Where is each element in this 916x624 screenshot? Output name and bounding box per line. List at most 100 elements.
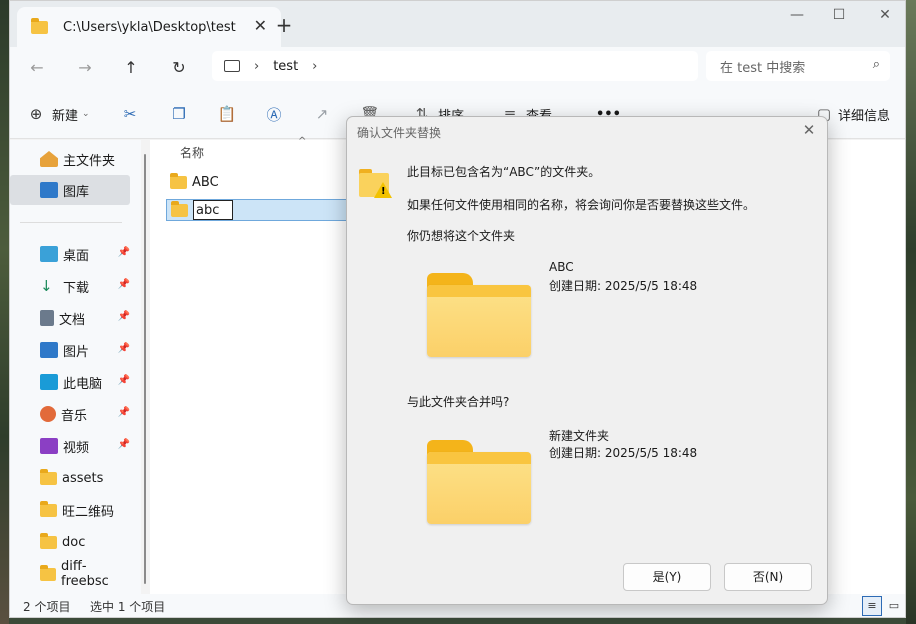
tab-bar: C:\Users\ykla\Desktop\test ✕ + — ☐ ✕ — [10, 1, 905, 47]
dialog-close-button[interactable]: ✕ — [799, 121, 819, 139]
scrollbar-thumb[interactable] — [144, 154, 146, 584]
sidebar-item-assets[interactable]: assets — [10, 463, 130, 493]
desktop-icon — [40, 246, 58, 262]
back-button[interactable]: ← — [22, 55, 52, 81]
share-icon: ↗ — [315, 105, 329, 123]
refresh-button[interactable]: ↻ — [164, 55, 194, 81]
folder-icon — [40, 500, 57, 517]
file-name: ABC — [192, 174, 219, 190]
incoming-folder-name[interactable]: 新建文件夹 — [549, 427, 609, 444]
sidebar-item-label: 视频 — [63, 440, 90, 456]
sidebar-item-home[interactable]: 主文件夹 — [10, 144, 130, 174]
forward-button[interactable]: → — [70, 55, 100, 81]
new-button[interactable]: ⊕ 新建 ⌄ — [26, 101, 90, 127]
video-icon — [40, 438, 58, 454]
pin-icon[interactable]: 📌 — [118, 247, 130, 258]
new-tab-button[interactable]: + — [271, 13, 297, 37]
tab-title: C:\Users\ykla\Desktop\test — [63, 19, 236, 35]
sidebar-item-label: 旺二维码 — [62, 504, 115, 520]
sidebar-item-desktop[interactable]: 桌面 📌 — [10, 239, 130, 269]
folder-icon — [171, 200, 188, 217]
pin-icon[interactable]: 📌 — [118, 407, 130, 418]
rename-button[interactable]: Ⓐ — [264, 101, 284, 127]
computer-icon — [40, 374, 58, 390]
tab-close-icon[interactable]: ✕ — [254, 16, 267, 35]
sidebar-scrollbar[interactable] — [141, 140, 149, 594]
sidebar-item-qrcode[interactable]: 旺二维码 — [10, 495, 130, 525]
search-input[interactable]: 在 test 中搜索 ⌕ — [706, 51, 890, 81]
yes-button[interactable]: 是(Y) — [623, 563, 711, 591]
selection-count: 选中 1 个项目 — [90, 600, 166, 614]
sort-ascending-icon: ^ — [298, 136, 307, 147]
sidebar-item-label: 图库 — [63, 184, 90, 200]
dialog-detail: 如果任何文件使用相同的名称，将会询问你是否要替换这些文件。 — [407, 198, 756, 212]
rename-input[interactable]: abc — [193, 200, 233, 220]
close-window-button[interactable]: ✕ — [862, 7, 905, 23]
address-bar[interactable]: › test › — [212, 51, 698, 81]
dialog-prompt-keep: 你仍想将这个文件夹 — [407, 229, 516, 243]
sidebar-item-diff-freebsc[interactable]: diff-freebsc — [10, 559, 130, 589]
item-count: 2 个项目 — [23, 600, 71, 614]
breadcrumb-test[interactable]: test — [273, 59, 298, 74]
sidebar-item-doc[interactable]: doc — [10, 527, 130, 557]
incoming-folder-icon[interactable] — [427, 440, 531, 524]
sidebar-item-label: 图片 — [63, 344, 90, 360]
sidebar-item-pictures[interactable]: 图片 📌 — [10, 335, 130, 365]
rename-icon: Ⓐ — [266, 105, 282, 124]
minimize-button[interactable]: — — [774, 7, 820, 23]
sidebar-item-label: doc — [62, 534, 86, 550]
new-label: 新建 — [52, 108, 79, 124]
navigation-pane: 主文件夹 图库 桌面 📌 ↓ 下载 📌 文档 📌 图片 📌 此电脑 📌 音乐 📌… — [10, 140, 141, 594]
sidebar-item-documents[interactable]: 文档 📌 — [10, 303, 130, 333]
confirm-folder-replace-dialog: 确认文件夹替换 ✕ ! 此目标已包含名为“ABC”的文件夹。 如果任何文件使用相… — [346, 116, 828, 605]
existing-folder-name[interactable]: ABC — [549, 260, 574, 274]
sidebar-item-label: diff-freebsc — [61, 559, 109, 589]
dialog-message: 此目标已包含名为“ABC”的文件夹。 — [407, 165, 601, 179]
chevron-right-icon[interactable]: › — [312, 59, 317, 74]
paste-button[interactable]: 📋 — [217, 101, 237, 127]
navigation-bar: ← → ↑ ↻ › test › 在 test 中搜索 ⌕ — [10, 47, 905, 87]
file-row-selected[interactable]: abc — [166, 199, 356, 221]
up-button[interactable]: ↑ — [116, 55, 146, 81]
sidebar-item-label: 主文件夹 — [63, 153, 116, 169]
folder-icon — [170, 172, 187, 189]
tiles-view-button[interactable]: ▭ — [884, 596, 904, 616]
details-label: 详细信息 — [838, 108, 891, 124]
incoming-folder-created: 创建日期: 2025/5/5 18:48 — [549, 446, 698, 460]
plus-circle-icon: ⊕ — [29, 105, 43, 123]
sidebar-divider — [20, 222, 122, 223]
existing-folder-icon[interactable] — [427, 273, 531, 357]
share-button[interactable]: ↗ — [312, 101, 332, 127]
music-icon — [40, 406, 56, 422]
scissors-icon: ✂ — [123, 105, 137, 123]
pin-icon[interactable]: 📌 — [118, 375, 130, 386]
sidebar-item-downloads[interactable]: ↓ 下载 📌 — [10, 271, 130, 301]
search-placeholder: 在 test 中搜索 — [720, 60, 806, 76]
search-icon: ⌕ — [872, 57, 880, 72]
sidebar-item-label: 桌面 — [63, 248, 90, 264]
tab-current[interactable]: C:\Users\ykla\Desktop\test ✕ — [17, 7, 281, 47]
sidebar-item-label: 下载 — [63, 280, 90, 296]
column-header-name[interactable]: 名称 — [180, 144, 204, 161]
pin-icon[interactable]: 📌 — [118, 279, 130, 290]
maximize-button[interactable]: ☐ — [816, 7, 862, 23]
sidebar-item-music[interactable]: 音乐 📌 — [10, 399, 130, 429]
sidebar-item-label: 此电脑 — [63, 376, 103, 392]
sidebar-item-label: assets — [62, 470, 104, 486]
pin-icon[interactable]: 📌 — [118, 343, 130, 354]
details-view-button[interactable]: ≡ — [862, 596, 882, 616]
dialog-prompt-merge: 与此文件夹合并吗? — [407, 395, 510, 409]
copy-button[interactable]: ❐ — [169, 101, 189, 127]
chevron-down-icon: ⌄ — [82, 109, 90, 119]
sidebar-item-gallery[interactable]: 图库 — [10, 175, 130, 205]
pictures-icon — [40, 342, 58, 358]
folder-icon — [40, 468, 57, 485]
cut-button[interactable]: ✂ — [120, 101, 140, 127]
sidebar-item-videos[interactable]: 视频 📌 — [10, 431, 130, 461]
pin-icon[interactable]: 📌 — [118, 439, 130, 450]
sidebar-item-label: 音乐 — [61, 408, 88, 424]
no-button[interactable]: 否(N) — [724, 563, 812, 591]
dialog-title: 确认文件夹替换 — [357, 126, 442, 140]
pin-icon[interactable]: 📌 — [118, 311, 130, 322]
sidebar-item-this-pc[interactable]: 此电脑 📌 — [10, 367, 130, 397]
